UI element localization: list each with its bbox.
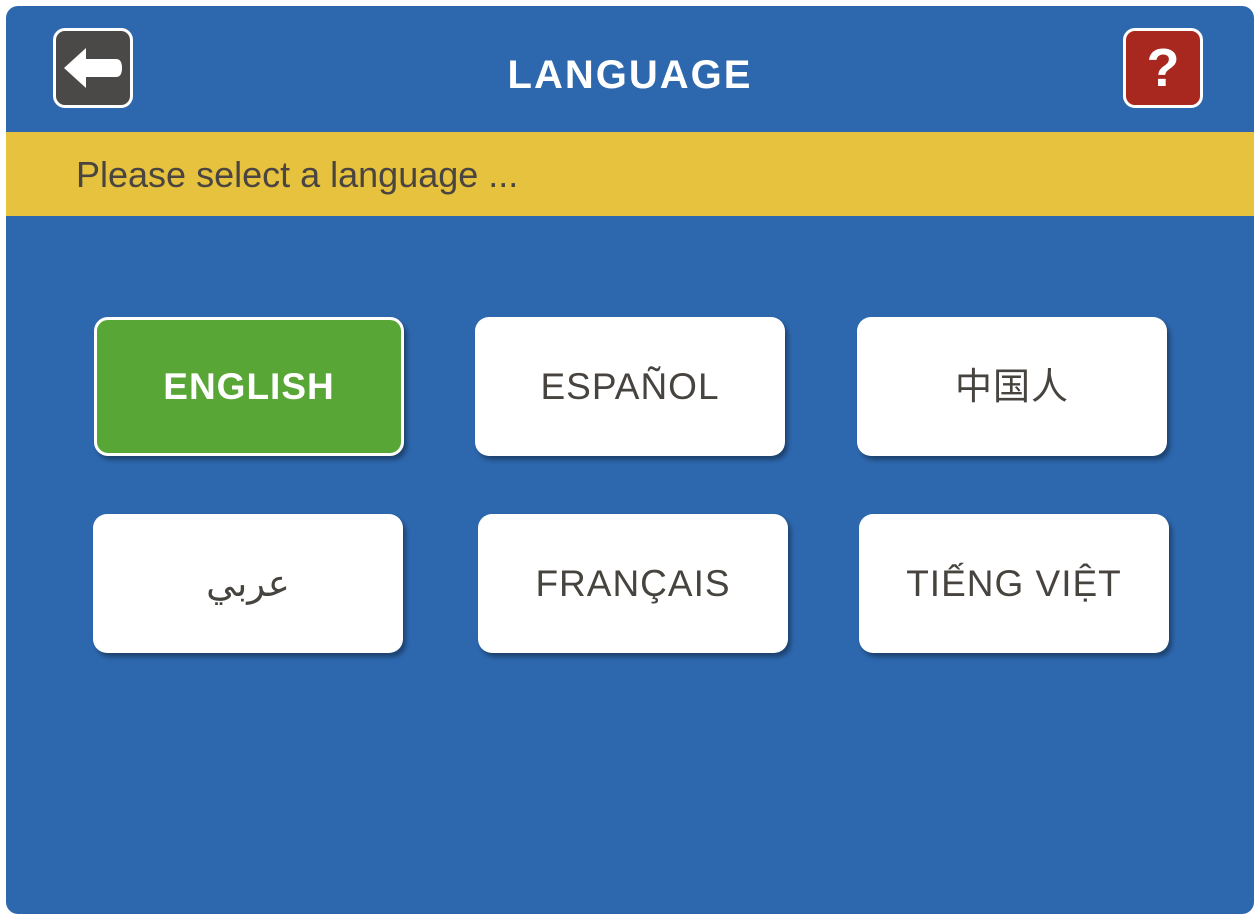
language-label: FRANÇAIS [535, 562, 731, 604]
language-label: TIẾNG VIỆT [906, 562, 1122, 604]
question-mark-icon: ? [1146, 38, 1180, 98]
language-button-arabic[interactable]: عربي [93, 514, 403, 653]
language-button-vietnamese[interactable]: TIẾNG VIỆT [859, 514, 1169, 653]
language-label: 中国人 [955, 365, 1069, 407]
language-button-espanol[interactable]: ESPAÑOL [475, 317, 785, 456]
language-label: ENGLISH [163, 365, 335, 407]
header: LANGUAGE ? [6, 6, 1254, 132]
language-button-francais[interactable]: FRANÇAIS [478, 514, 788, 653]
help-button[interactable]: ? [1123, 28, 1203, 108]
instruction-banner: Please select a language ... [6, 132, 1254, 216]
language-label: ESPAÑOL [540, 365, 720, 407]
language-label: عربي [206, 562, 290, 604]
page-title: LANGUAGE [507, 53, 753, 97]
language-button-chinese[interactable]: 中国人 [857, 317, 1167, 456]
instruction-text: Please select a language ... [76, 154, 519, 195]
language-button-english[interactable]: ENGLISH [94, 317, 404, 456]
language-screen: LANGUAGE ? Please select a language ... … [6, 6, 1254, 914]
